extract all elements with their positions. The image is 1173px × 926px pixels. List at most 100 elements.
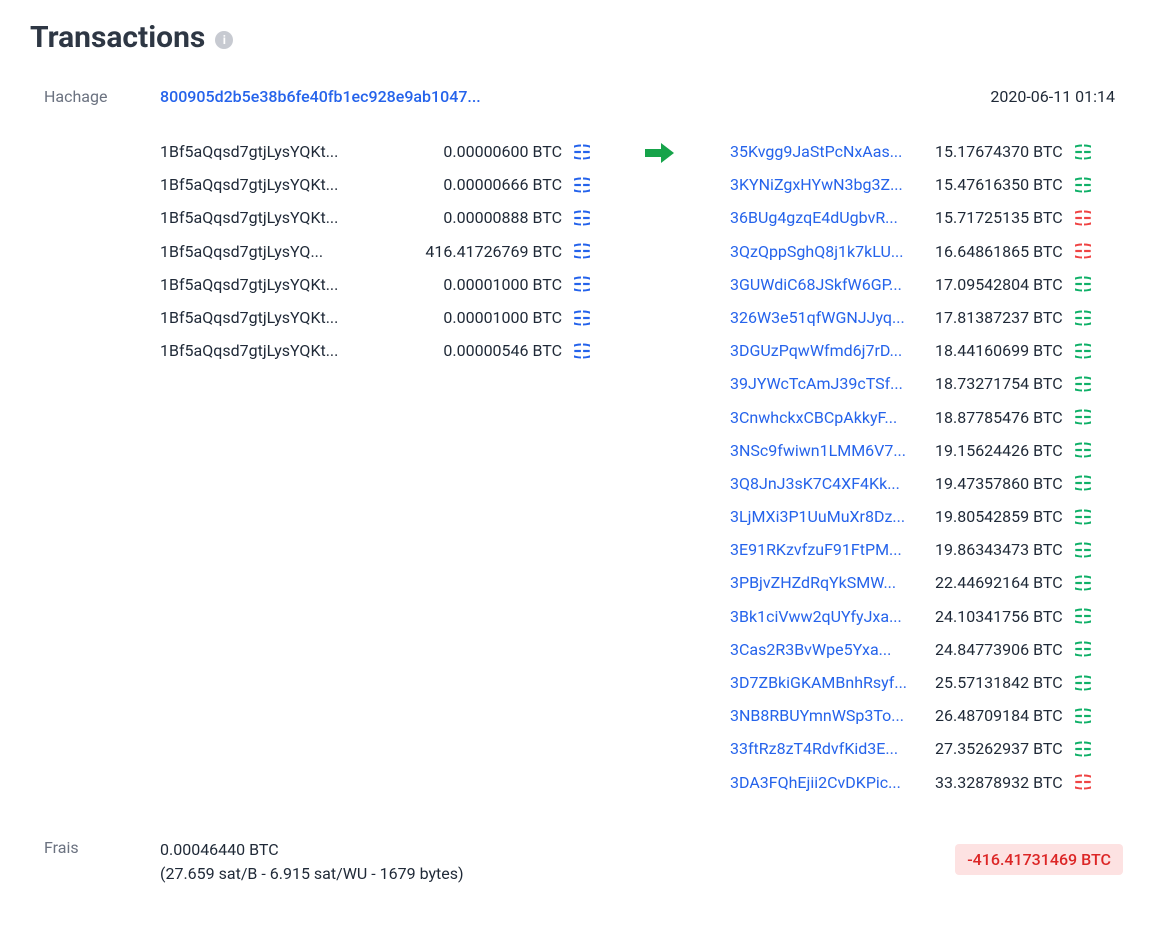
globe-icon[interactable] — [1075, 641, 1091, 657]
globe-icon[interactable] — [1075, 310, 1091, 326]
input-address: 1Bf5aQqsd7gtjLysYQKt... — [160, 204, 370, 231]
globe-icon[interactable] — [1075, 542, 1091, 558]
output-row: 3PBjvZHZdRqYkSMW...22.44692164 BTC — [730, 569, 1091, 596]
output-address[interactable]: 3Cas2R3BvWpe5Yxa... — [730, 636, 935, 663]
output-address[interactable]: 39JYWcTcAmJ39cTSf... — [730, 370, 935, 397]
fee-row: Frais 0.00046440 BTC (27.659 sat/B - 6.9… — [30, 838, 1143, 886]
io-row: 1Bf5aQqsd7gtjLysYQKt... 0.00000600 BTC 1Bf… — [30, 116, 1143, 802]
globe-icon[interactable] — [574, 310, 590, 326]
output-address[interactable]: 36BUg4gzqE4dUgbvR... — [730, 204, 935, 231]
globe-icon[interactable] — [1075, 475, 1091, 491]
output-address[interactable]: 3DGUzPqwWfmd6j7rD... — [730, 337, 935, 364]
output-address[interactable]: 3Bk1ciVww2qUYfyJxa... — [730, 603, 935, 630]
globe-icon[interactable] — [574, 243, 590, 259]
output-amount: 33.32878932 BTC — [935, 769, 1071, 796]
fee-text: 0.00046440 BTC (27.659 sat/B - 6.915 sat… — [160, 838, 955, 886]
globe-icon[interactable] — [1075, 376, 1091, 392]
output-address[interactable]: 3NB8RBUYmnWSp3To... — [730, 702, 935, 729]
globe-icon[interactable] — [1075, 575, 1091, 591]
input-address: 1Bf5aQqsd7gtjLysYQKt... — [160, 271, 370, 298]
globe-icon[interactable] — [1075, 409, 1091, 425]
globe-icon[interactable] — [574, 343, 590, 359]
input-amount: 416.41726769 BTC — [370, 238, 570, 265]
output-row: 3Cas2R3BvWpe5Yxa...24.84773906 BTC — [730, 636, 1091, 663]
output-row: 3Bk1ciVww2qUYfyJxa...24.10341756 BTC — [730, 603, 1091, 630]
output-row: 3KYNiZgxHYwN3bg3Z...15.47616350 BTC — [730, 171, 1091, 198]
globe-icon[interactable] — [1075, 343, 1091, 359]
output-address[interactable]: 3Q8JnJ3sK7C4XF4Kk... — [730, 470, 935, 497]
output-row: 3D7ZBkiGKAMBnhRsyf...25.57131842 BTC — [730, 669, 1091, 696]
fee-label: Frais — [30, 838, 160, 857]
input-row: 1Bf5aQqsd7gtjLysYQKt...0.00001000 BTC — [160, 304, 590, 331]
output-row: 33ftRz8zT4RdvfKid3E...27.35262937 BTC — [730, 735, 1091, 762]
output-amount: 15.71725135 BTC — [935, 204, 1071, 231]
output-address[interactable]: 3D7ZBkiGKAMBnhRsyf... — [730, 669, 935, 696]
input-address: 1Bf5aQqsd7gtjLysYQKt... — [160, 304, 370, 331]
output-amount: 19.15624426 BTC — [935, 437, 1071, 464]
inputs-column: 1Bf5aQqsd7gtjLysYQKt... 0.00000600 BTC 1Bf… — [160, 138, 590, 370]
globe-icon[interactable] — [1075, 177, 1091, 193]
output-address[interactable]: 35Kvgg9JaStPcNxAas... — [730, 138, 935, 165]
output-row: 3NSc9fwiwn1LMM6V7...19.15624426 BTC — [730, 437, 1091, 464]
input-address: 1Bf5aQqsd7gtjLysYQKt... — [160, 337, 370, 364]
input-amount: 0.00000888 BTC — [370, 204, 570, 231]
globe-icon[interactable] — [574, 177, 590, 193]
output-amount: 27.35262937 BTC — [935, 735, 1071, 762]
page-title: Transactions — [30, 20, 205, 55]
output-row: 3LjMXi3P1UuMuXr8Dz...19.80542859 BTC — [730, 503, 1091, 530]
globe-icon[interactable] — [1075, 144, 1091, 160]
output-address[interactable]: 33ftRz8zT4RdvfKid3E... — [730, 735, 935, 762]
globe-icon[interactable] — [1075, 509, 1091, 525]
input-row: 1Bf5aQqsd7gtjLysYQ...416.41726769 BTC — [160, 238, 590, 265]
globe-icon[interactable] — [1075, 442, 1091, 458]
output-amount: 15.47616350 BTC — [935, 171, 1071, 198]
output-row: 3E91RKzvfzuF91FtPM...19.86343473 BTC — [730, 536, 1091, 563]
hash-link[interactable]: 800905d2b5e38b6fe40fb1ec928e9ab1047... — [160, 87, 990, 106]
input-address: 1Bf5aQqsd7gtjLysYQ... — [160, 238, 370, 265]
globe-icon[interactable] — [1075, 276, 1091, 292]
output-address[interactable]: 3KYNiZgxHYwN3bg3Z... — [730, 171, 935, 198]
input-amount: 0.00000600 BTC — [370, 138, 570, 165]
output-row: 36BUg4gzqE4dUgbvR...15.71725135 BTC — [730, 204, 1091, 231]
output-row: 3NB8RBUYmnWSp3To...26.48709184 BTC — [730, 702, 1091, 729]
outputs-column: 35Kvgg9JaStPcNxAas...15.17674370 BTC3KYN… — [730, 138, 1091, 802]
output-address[interactable]: 3PBjvZHZdRqYkSMW... — [730, 569, 935, 596]
output-address[interactable]: 3DA3FQhEjii2CvDKPic... — [730, 769, 935, 796]
output-address[interactable]: 3CnwhckxCBCpAkkyF... — [730, 404, 935, 431]
globe-icon[interactable] — [1075, 243, 1091, 259]
globe-icon[interactable] — [1075, 741, 1091, 757]
output-row: 3GUWdiC68JSkfW6GP...17.09542804 BTC — [730, 271, 1091, 298]
output-amount: 18.87785476 BTC — [935, 404, 1071, 431]
globe-icon[interactable] — [574, 276, 590, 292]
globe-icon[interactable] — [1075, 210, 1091, 226]
output-address[interactable]: 3E91RKzvfzuF91FtPM... — [730, 536, 935, 563]
input-amount: 0.00001000 BTC — [370, 271, 570, 298]
globe-icon[interactable] — [1075, 708, 1091, 724]
output-amount: 15.17674370 BTC — [935, 138, 1071, 165]
globe-icon[interactable] — [1075, 608, 1091, 624]
output-address[interactable]: 3NSc9fwiwn1LMM6V7... — [730, 437, 935, 464]
globe-icon[interactable] — [574, 210, 590, 226]
globe-icon[interactable] — [1075, 774, 1091, 790]
output-amount: 19.86343473 BTC — [935, 536, 1071, 563]
output-address[interactable]: 3GUWdiC68JSkfW6GP... — [730, 271, 935, 298]
input-amount: 0.00001000 BTC — [370, 304, 570, 331]
hash-label: Hachage — [30, 87, 160, 106]
output-amount: 19.47357860 BTC — [935, 470, 1071, 497]
timestamp: 2020-06-11 01:14 — [990, 87, 1143, 106]
net-amount-badge: -416.41731469 BTC — [955, 844, 1123, 875]
output-row: 35Kvgg9JaStPcNxAas...15.17674370 BTC — [730, 138, 1091, 165]
output-address[interactable]: 326W3e51qfWGNJJyq... — [730, 304, 935, 331]
output-address[interactable]: 3QzQppSghQ8j1k7kLU... — [730, 238, 935, 265]
input-amount: 0.00000546 BTC — [370, 337, 570, 364]
output-amount: 17.09542804 BTC — [935, 271, 1071, 298]
info-icon[interactable]: i — [215, 31, 233, 49]
output-amount: 18.73271754 BTC — [935, 370, 1071, 397]
globe-icon[interactable] — [574, 144, 590, 160]
output-amount: 16.64861865 BTC — [935, 238, 1071, 265]
output-row: 39JYWcTcAmJ39cTSf...18.73271754 BTC — [730, 370, 1091, 397]
globe-icon[interactable] — [1075, 675, 1091, 691]
hash-row: Hachage 800905d2b5e38b6fe40fb1ec928e9ab1… — [30, 87, 1143, 106]
output-address[interactable]: 3LjMXi3P1UuMuXr8Dz... — [730, 503, 935, 530]
output-row: 3DGUzPqwWfmd6j7rD...18.44160699 BTC — [730, 337, 1091, 364]
